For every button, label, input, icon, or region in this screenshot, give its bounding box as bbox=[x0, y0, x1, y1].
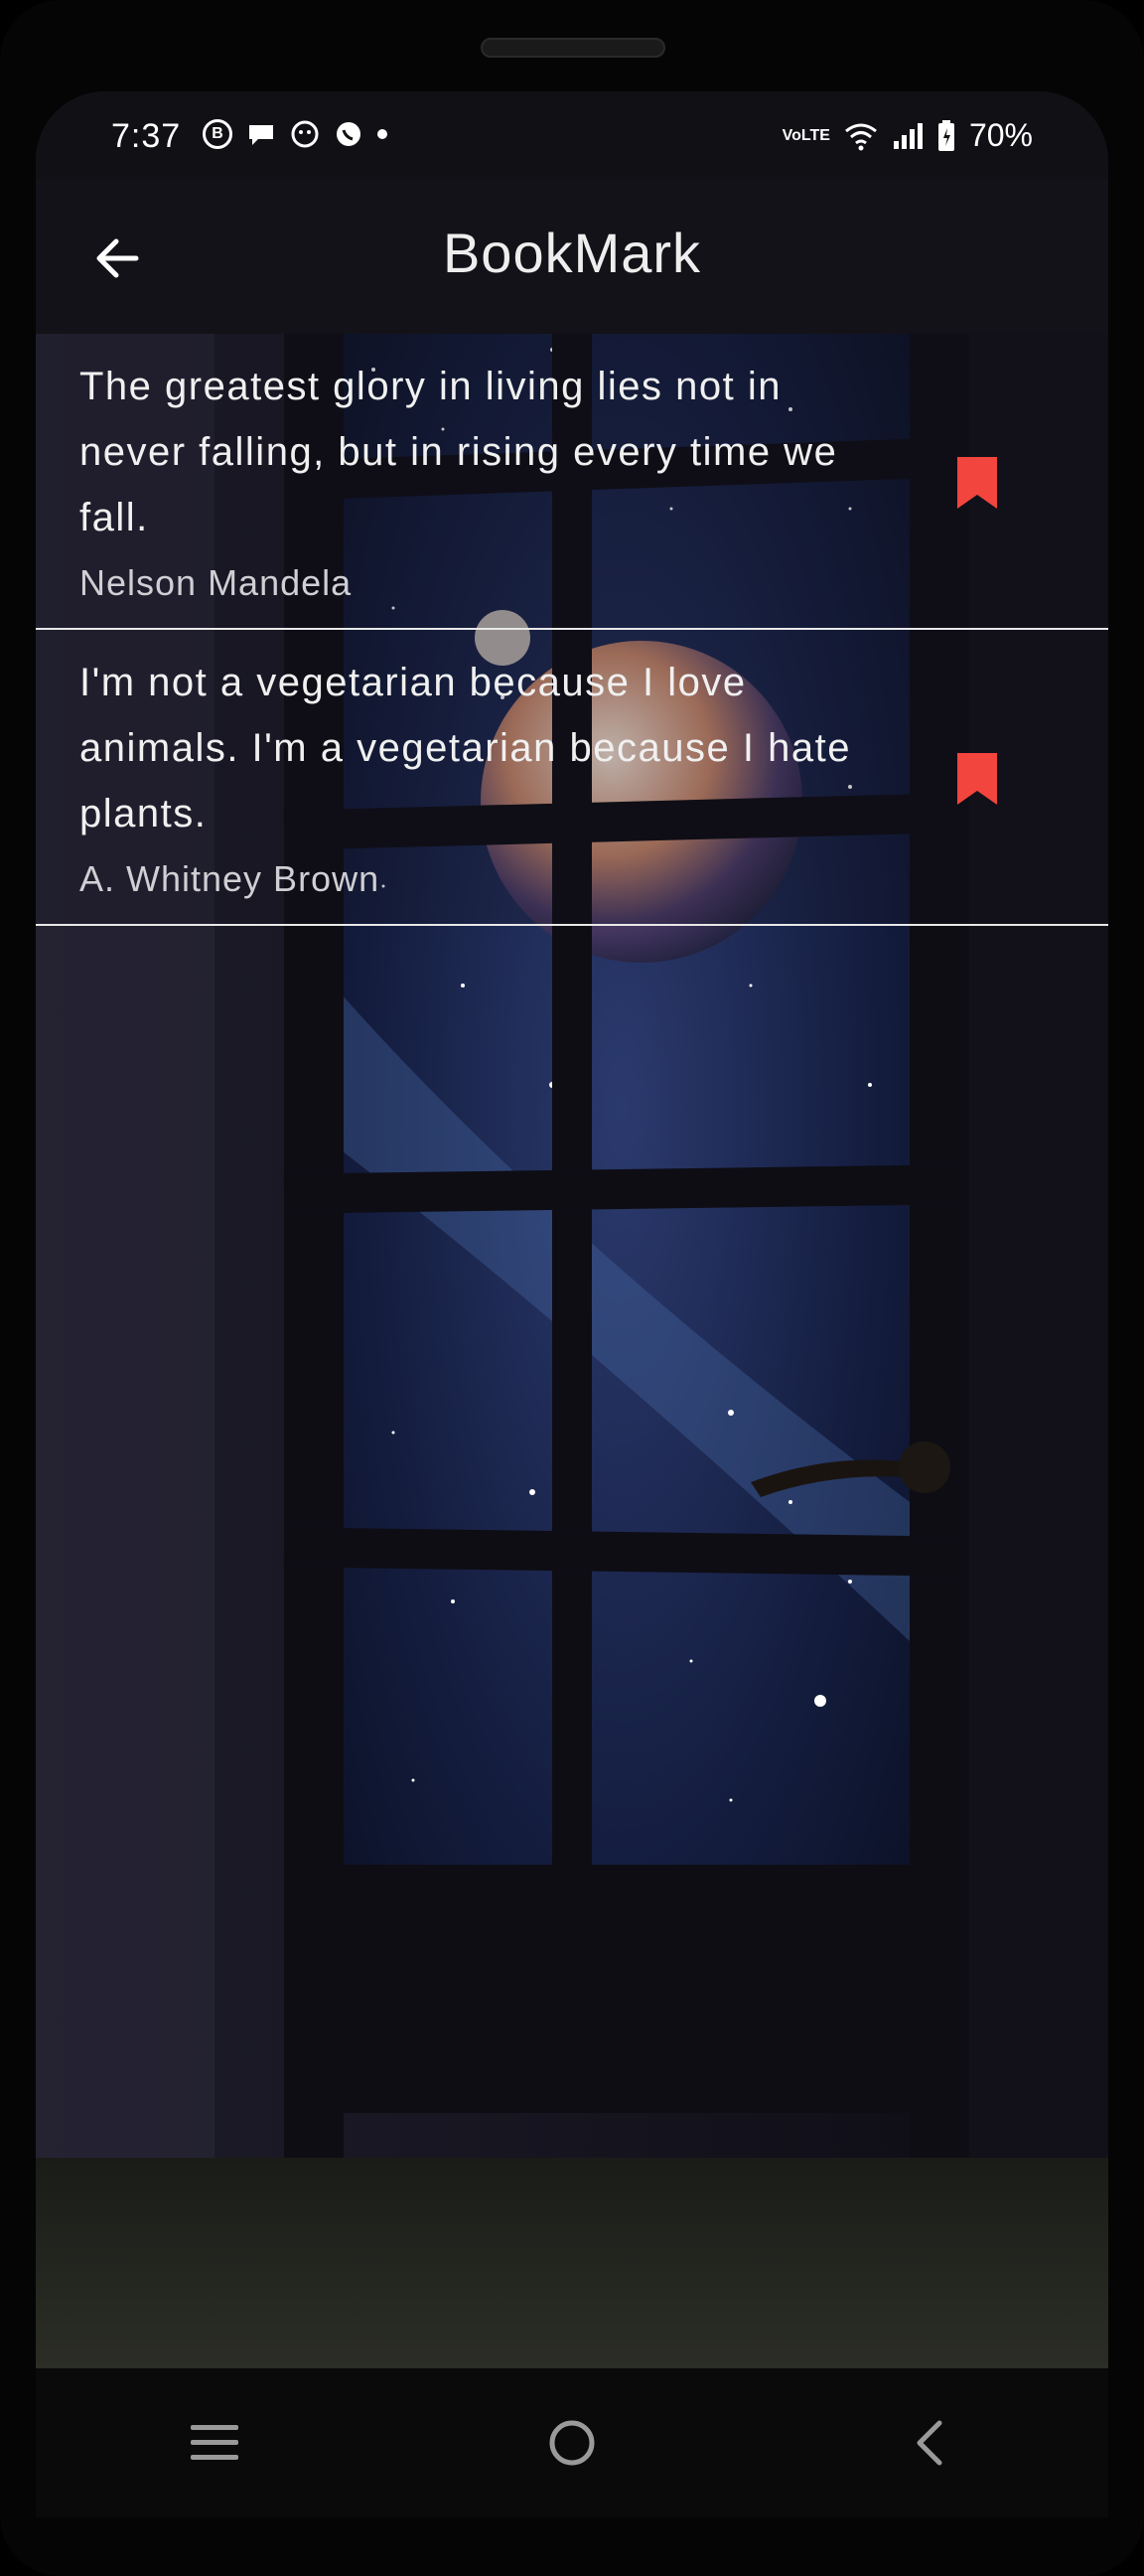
chevron-left-icon bbox=[917, 2420, 942, 2466]
quote-text: The greatest glory in living lies not in… bbox=[79, 365, 838, 539]
menu-icon bbox=[191, 2425, 238, 2460]
status-time: 7:37 bbox=[111, 117, 182, 155]
signal-icon bbox=[893, 122, 923, 149]
wifi-icon bbox=[845, 123, 877, 150]
floor bbox=[36, 2158, 1108, 2368]
page-title: BookMark bbox=[442, 222, 702, 284]
system-back-button[interactable] bbox=[880, 2393, 979, 2493]
chat-icon bbox=[249, 125, 273, 145]
quote-text: I'm not a vegetarian because I love anim… bbox=[79, 661, 851, 835]
recent-apps-button[interactable] bbox=[165, 2393, 264, 2493]
notification-icons: B bbox=[203, 119, 387, 149]
screen: 7:37 B VoLTE 70% BookMark The greatest g… bbox=[36, 91, 1108, 2368]
status-right: VoLTE 70% bbox=[783, 117, 1033, 154]
whatsapp-icon bbox=[337, 122, 360, 146]
home-button[interactable] bbox=[522, 2393, 622, 2493]
battery-percent: 70% bbox=[968, 117, 1033, 153]
battery-icon bbox=[937, 119, 954, 151]
status-bar: 7:37 B VoLTE 70% bbox=[36, 91, 1108, 179]
bookmark-item[interactable]: I'm not a vegetarian because I love anim… bbox=[36, 630, 1108, 926]
bookmark-icon[interactable] bbox=[955, 455, 999, 511]
bookmark-icon[interactable] bbox=[955, 751, 999, 807]
face-icon bbox=[291, 120, 319, 148]
bookmark-list: The greatest glory in living lies not in… bbox=[36, 334, 1108, 926]
more-notifications-dot bbox=[377, 129, 387, 139]
app-bar: BookMark bbox=[36, 179, 1108, 334]
bookmark-item[interactable]: The greatest glory in living lies not in… bbox=[36, 334, 1108, 630]
home-icon bbox=[549, 2420, 595, 2466]
speaker-grille bbox=[481, 38, 665, 58]
b-icon: B bbox=[203, 119, 232, 149]
quote-author: A. Whitney Brown bbox=[79, 858, 380, 899]
quote-author: Nelson Mandela bbox=[79, 562, 353, 603]
system-nav-bar bbox=[36, 2368, 1108, 2517]
phone-frame: 7:37 B VoLTE 70% BookMark The greatest g… bbox=[0, 0, 1144, 2576]
volte-label: VoLTE bbox=[782, 126, 830, 144]
